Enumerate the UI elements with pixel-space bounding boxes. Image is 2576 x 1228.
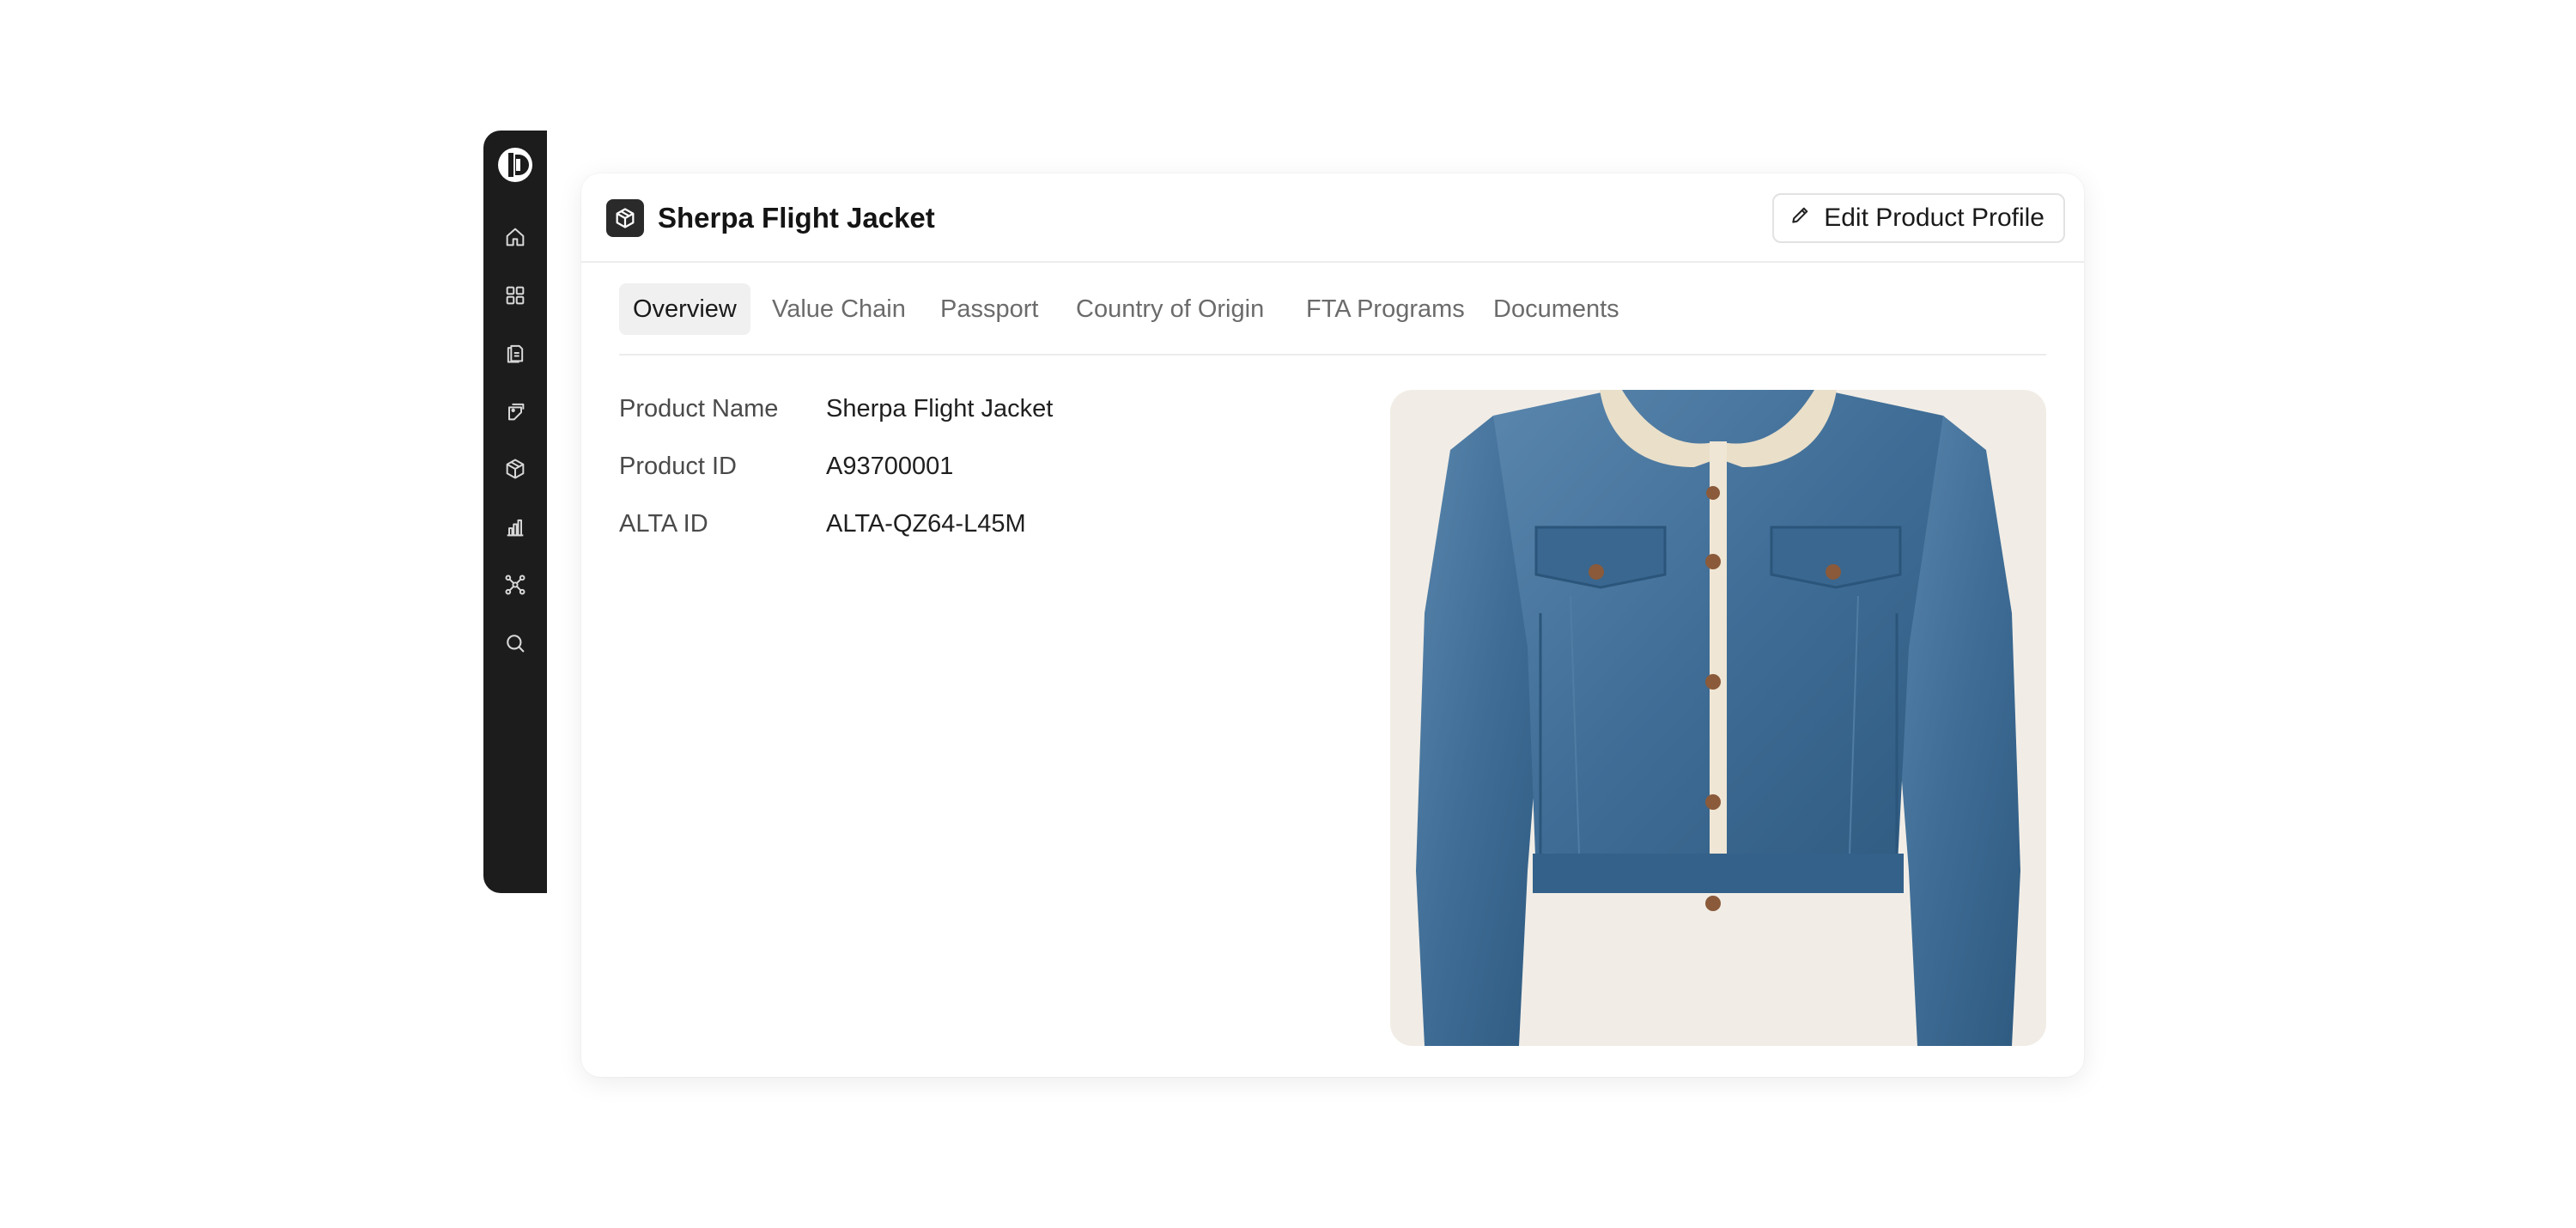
tab-value-chain[interactable]: Value Chain xyxy=(772,283,906,335)
tab-fta-programs[interactable]: FTA Programs xyxy=(1306,283,1465,335)
tab-documents[interactable]: Documents xyxy=(1493,283,1619,335)
tab-overview[interactable]: Overview xyxy=(619,283,750,335)
product-card: Sherpa Flight Jacket Edit Product Profil… xyxy=(581,173,2084,1077)
documents-icon[interactable] xyxy=(502,340,528,366)
alta-id-label: ALTA ID xyxy=(619,510,708,538)
alta-id-value: ALTA-QZ64-L45M xyxy=(826,510,1026,538)
pencil-icon xyxy=(1789,204,1812,233)
page-title: Sherpa Flight Jacket xyxy=(658,202,935,234)
brand-logo-icon[interactable] xyxy=(496,146,534,184)
product-name-label: Product Name xyxy=(619,395,779,423)
tags-icon[interactable] xyxy=(502,398,528,424)
product-image xyxy=(1390,390,2046,1046)
package-icon xyxy=(606,199,644,237)
product-id-label: Product ID xyxy=(619,453,737,480)
edit-product-profile-button[interactable]: Edit Product Profile xyxy=(1772,193,2065,243)
edit-button-label: Edit Product Profile xyxy=(1824,204,2044,232)
tab-bar: Overview Value Chain Passport Country of… xyxy=(619,282,2046,356)
product-id-value: A93700001 xyxy=(826,453,954,480)
package-icon[interactable] xyxy=(502,456,528,482)
tab-passport[interactable]: Passport xyxy=(940,283,1038,335)
network-icon[interactable] xyxy=(502,572,528,598)
home-icon[interactable] xyxy=(502,224,528,250)
product-name-value: Sherpa Flight Jacket xyxy=(826,395,1054,423)
tab-country-of-origin[interactable]: Country of Origin xyxy=(1076,283,1264,335)
grid-icon[interactable] xyxy=(502,283,528,308)
app-sidebar xyxy=(483,131,547,893)
search-icon[interactable] xyxy=(502,630,528,656)
bar-chart-icon[interactable] xyxy=(502,514,528,540)
card-header: Sherpa Flight Jacket Edit Product Profil… xyxy=(581,173,2084,263)
